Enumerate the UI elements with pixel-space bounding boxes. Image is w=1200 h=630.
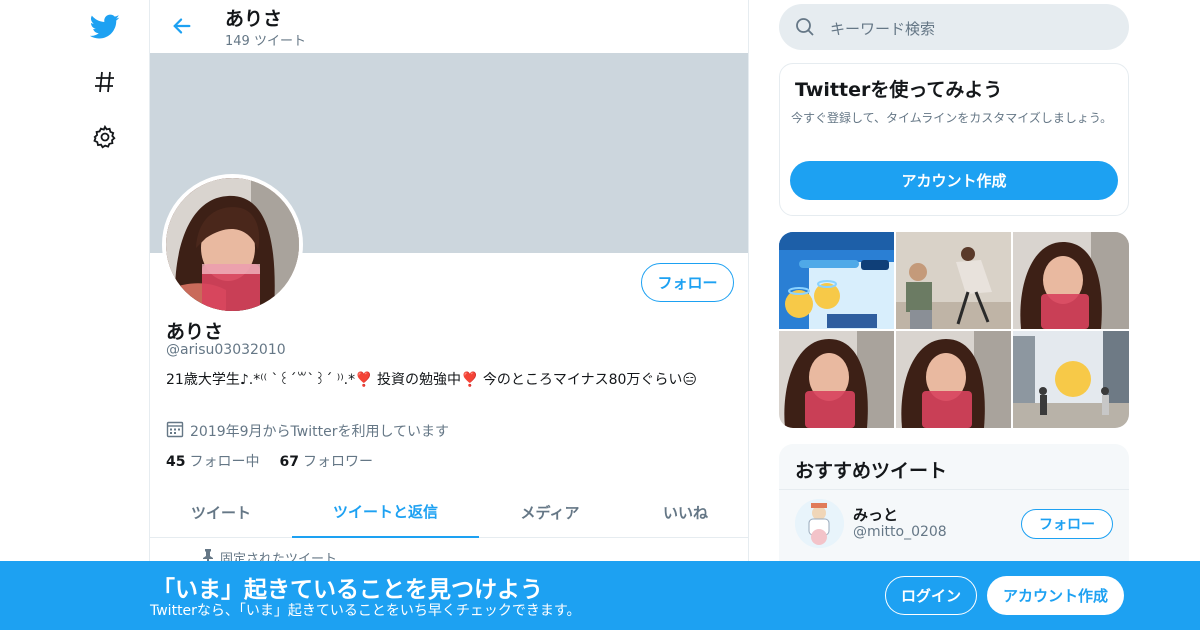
signup-card: Twitterを使ってみよう 今すぐ登録して、タイムラインをカスタマイズしましょ… bbox=[779, 63, 1129, 216]
calendar-icon bbox=[166, 420, 184, 442]
bottom-signup-button[interactable]: アカウント作成 bbox=[987, 576, 1124, 615]
media-grid bbox=[779, 232, 1129, 428]
search-input[interactable]: キーワード検索 bbox=[779, 4, 1129, 50]
profile-column: ありさ 149 ツイート フォロー ありさ @arisu03032010 21歳… bbox=[149, 0, 749, 630]
header-name: ありさ bbox=[225, 8, 283, 30]
hashtag-icon[interactable] bbox=[88, 65, 122, 99]
joined-text: 2019年9月からTwitterを利用しています bbox=[190, 424, 450, 440]
profile-header: ありさ 149 ツイート bbox=[150, 0, 748, 53]
create-account-button[interactable]: アカウント作成 bbox=[790, 161, 1118, 200]
following-count: 45 bbox=[166, 454, 186, 470]
media-thumbnail[interactable] bbox=[779, 331, 894, 428]
login-button[interactable]: ログイン bbox=[885, 576, 977, 615]
followers-label: フォロワー bbox=[302, 454, 373, 470]
tab-media[interactable]: メディア bbox=[479, 486, 621, 538]
search-placeholder: キーワード検索 bbox=[830, 20, 936, 38]
divider bbox=[779, 489, 1129, 490]
search-icon bbox=[795, 17, 815, 41]
gear-icon[interactable] bbox=[88, 120, 122, 154]
media-thumbnail[interactable] bbox=[779, 232, 894, 329]
tab-tweets[interactable]: ツイート bbox=[150, 486, 292, 538]
recommended-follow-button[interactable]: フォロー bbox=[1021, 509, 1113, 539]
bottom-bar-subtitle: Twitterなら、「いま」起きていることをいち早くチェックできます。 bbox=[150, 603, 581, 619]
followers-count: 67 bbox=[279, 454, 299, 470]
follow-button[interactable]: フォロー bbox=[641, 263, 734, 302]
recommended-title: おすすめツイート bbox=[795, 460, 948, 482]
tab-tweets-and-replies[interactable]: ツイートと返信 bbox=[292, 486, 479, 538]
profile-name: ありさ bbox=[166, 321, 224, 343]
profile-stats: 45 フォロー中 67 フォロワー bbox=[166, 451, 373, 471]
tab-likes[interactable]: いいね bbox=[621, 486, 748, 538]
media-thumbnail[interactable] bbox=[1013, 232, 1129, 329]
header-tweet-count: 149 ツイート bbox=[225, 34, 306, 49]
media-thumbnail[interactable] bbox=[896, 232, 1011, 329]
recommended-user-avatar[interactable] bbox=[795, 499, 844, 548]
following-label: フォロー中 bbox=[189, 454, 260, 470]
left-nav bbox=[70, 0, 140, 630]
profile-bio: 21歳大学生♪.*⁽⁽ ˋ꒰ˊ꒳ˋ꒱ˊ ⁾⁾.*❣️ 投資の勉強中❣️ 今のとこ… bbox=[166, 372, 698, 388]
media-thumbnail[interactable] bbox=[1013, 331, 1129, 428]
following-link[interactable]: 45 フォロー中 bbox=[166, 451, 259, 471]
signup-bottom-bar: 「いま」起きていることを見つけよう Twitterなら、「いま」起きていることを… bbox=[0, 561, 1200, 630]
signup-card-title: Twitterを使ってみよう bbox=[795, 79, 1003, 101]
profile-handle: @arisu03032010 bbox=[166, 342, 286, 358]
media-thumbnail[interactable] bbox=[896, 331, 1011, 428]
page: ありさ 149 ツイート フォロー ありさ @arisu03032010 21歳… bbox=[0, 0, 1200, 630]
recommended-user-name: みっと bbox=[853, 506, 899, 524]
bottom-bar-title: 「いま」起きていることを見つけよう bbox=[152, 577, 543, 603]
followers-link[interactable]: 67 フォロワー bbox=[279, 451, 372, 471]
signup-card-description: 今すぐ登録して、タイムラインをカスタマイズしましょう。 bbox=[791, 111, 1113, 125]
twitter-logo-icon[interactable] bbox=[88, 10, 122, 44]
profile-avatar[interactable] bbox=[162, 174, 303, 315]
back-arrow-icon[interactable] bbox=[168, 12, 196, 40]
recommended-user-handle: @mitto_0208 bbox=[853, 524, 947, 540]
profile-tabs: ツイート ツイートと返信 メディア いいね bbox=[150, 486, 748, 538]
profile-joined: 2019年9月からTwitterを利用しています bbox=[166, 420, 449, 442]
